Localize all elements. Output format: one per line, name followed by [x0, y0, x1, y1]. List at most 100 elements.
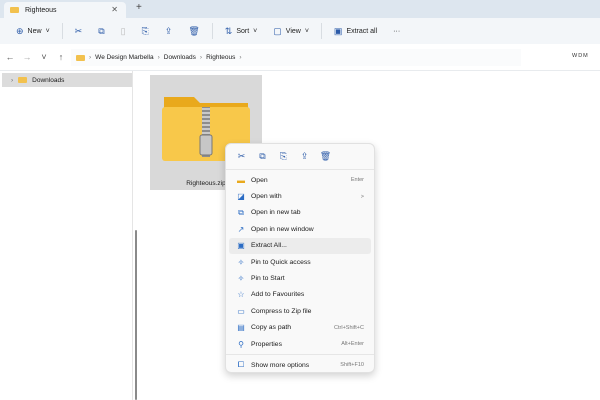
copy-button[interactable]: ⧉: [90, 21, 112, 41]
up-icon[interactable]: ↑: [54, 52, 68, 62]
sidebar-item-label: Downloads: [32, 76, 65, 84]
trash-icon: 🗑: [188, 25, 200, 36]
delete-button[interactable]: 🗑: [180, 21, 207, 41]
chevron-right-icon: ›: [239, 54, 242, 61]
menu-item-shortcut: Shift+F10: [340, 362, 364, 369]
menu-item-properties[interactable]: ⚲ Properties Alt+Enter: [229, 336, 371, 352]
divider: [211, 23, 213, 39]
view-button[interactable]: ▢ View ˅: [265, 21, 317, 41]
more-options-button[interactable]: ···: [385, 21, 408, 41]
scissors-icon: ✂: [74, 25, 83, 36]
context-menu: ✂ ⧉ ⎘ ⇪ 🗑 ▬ Open Enter ◪ Open with > ⧉ Open in …: [225, 143, 375, 373]
menu-item-label: Open in new window: [251, 225, 314, 233]
menu-item-label: Compress to Zip file: [251, 307, 312, 315]
scrollbar[interactable]: [135, 230, 137, 400]
close-icon[interactable]: ✕: [111, 5, 118, 14]
menu-item-label: Extract All...: [251, 242, 287, 250]
sort-icon: ⇅: [224, 25, 233, 36]
copy-icon[interactable]: ⧉: [252, 151, 273, 162]
menu-item-label: Copy as path: [251, 324, 292, 332]
paste-icon: ▯: [120, 25, 126, 36]
share-button[interactable]: ⇪: [157, 21, 181, 41]
chevron-right-icon: ›: [199, 54, 203, 61]
divider: [226, 354, 374, 356]
menu-item-shortcut: Alt+Enter: [341, 341, 364, 348]
zip-icon: ▭: [237, 306, 245, 316]
scissors-icon[interactable]: ✂: [231, 151, 252, 162]
menu-item-compress-to-zip-file[interactable]: ▭ Compress to Zip file: [229, 303, 371, 319]
menu-item-add-to-favourites[interactable]: ☆ Add to Favourites: [229, 287, 371, 303]
menu-item-label: Open in new tab: [251, 209, 301, 217]
menu-item-shortcut: Enter: [350, 177, 364, 184]
sidebar-item-downloads[interactable]: › Downloads: [2, 73, 132, 87]
folder-icon: ▬: [237, 175, 245, 185]
new-tab-icon: ⧉: [238, 207, 244, 217]
breadcrumb-item[interactable]: Righteous: [206, 54, 235, 61]
rename-icon[interactable]: ⎘: [273, 151, 294, 162]
rename-button[interactable]: ⎘: [134, 21, 157, 41]
forward-icon[interactable]: →: [20, 52, 34, 62]
recent-chevron-icon[interactable]: ˅: [37, 52, 51, 62]
menu-item-extract-all[interactable]: ▣ Extract All...: [229, 237, 371, 254]
new-button[interactable]: ⊕ New ˅: [8, 21, 58, 41]
menu-item-shortcut: Ctrl+Shift+C: [334, 324, 364, 331]
new-label: New: [27, 27, 42, 35]
context-quick-actions: ✂ ⧉ ⎘ ⇪ 🗑: [226, 144, 374, 170]
menu-item-label: Add to Favourites: [251, 291, 305, 299]
share-icon[interactable]: ⇪: [294, 151, 315, 162]
new-tab-button[interactable]: +: [136, 2, 142, 13]
chevron-right-icon: ›: [89, 54, 92, 61]
view-icon: ▢: [273, 25, 282, 36]
folder-icon: [10, 7, 19, 13]
divider: [61, 23, 63, 39]
copy-path-icon: ▤: [237, 323, 245, 333]
command-bar: ⊕ New ˅ ✂ ⧉ ▯ ⎘ ⇪ 🗑 ⇅ Sort ˅ ▢ View ˅ ▣ Extract…: [0, 18, 600, 44]
more-options-icon: ⧠: [237, 360, 245, 370]
tab-righteous[interactable]: Righteous ✕: [4, 2, 126, 18]
sort-label: Sort: [236, 27, 250, 35]
chevron-right-icon: ›: [11, 76, 14, 84]
address-row: ← → ˅ ↑ › We Design Marbella › Downloads…: [0, 44, 600, 71]
menu-item-pin-to-start[interactable]: ✧ Pin to Start: [229, 270, 371, 286]
menu-item-label: Pin to Quick access: [251, 258, 311, 266]
breadcrumb-item[interactable]: Downloads: [164, 54, 196, 61]
menu-item-label: Open with: [251, 193, 282, 201]
navigation-pane: › Downloads: [0, 71, 133, 400]
menu-item-label: Properties: [251, 340, 282, 348]
sort-button[interactable]: ⇅ Sort ˅: [217, 21, 265, 41]
menu-item-label: Show more options: [251, 361, 310, 369]
tab-title: Righteous: [25, 6, 57, 14]
rename-icon: ⎘: [141, 25, 149, 36]
wrench-icon: ⚲: [238, 339, 244, 349]
menu-item-show-more-options[interactable]: ⧠ Show more options Shift+F10: [229, 357, 371, 373]
breadcrumb-item[interactable]: We Design Marbella: [95, 54, 153, 61]
tab-bar: Righteous ✕ +: [0, 0, 600, 18]
open-with-icon: ◪: [237, 192, 245, 202]
star-icon: ☆: [237, 290, 245, 300]
menu-item-copy-as-path[interactable]: ▤ Copy as path Ctrl+Shift+C: [229, 320, 371, 336]
breadcrumb[interactable]: › We Design Marbella › Downloads › Right…: [71, 49, 521, 66]
pin-icon: ✧: [237, 257, 245, 267]
divider: [320, 23, 322, 39]
paste-button[interactable]: ▯: [113, 21, 134, 41]
trash-icon[interactable]: 🗑: [315, 151, 336, 162]
extract-all-label: Extract all: [346, 27, 378, 35]
menu-item-open[interactable]: ▬ Open Enter: [229, 172, 371, 188]
back-icon[interactable]: ←: [3, 52, 17, 62]
menu-item-open-in-new-tab[interactable]: ⧉ Open in new tab: [229, 205, 371, 221]
extract-icon: ▣: [333, 25, 343, 36]
chevron-right-icon: ›: [157, 54, 160, 61]
extract-all-button[interactable]: ▣ Extract all: [326, 21, 385, 41]
folder-icon: [18, 77, 28, 83]
menu-item-open-with[interactable]: ◪ Open with >: [229, 188, 371, 204]
menu-item-label: Open: [251, 176, 268, 184]
menu-item-pin-to-quick-access[interactable]: ✧ Pin to Quick access: [229, 254, 371, 270]
chevron-down-icon: ˅: [45, 27, 50, 35]
search-box[interactable]: WDM: [572, 53, 589, 59]
view-label: View: [285, 27, 301, 35]
plus-circle-icon: ⊕: [16, 25, 24, 36]
menu-item-open-in-new-window[interactable]: ↗ Open in new window: [229, 221, 371, 237]
chevron-down-icon: ˅: [253, 27, 258, 35]
menu-item-label: Pin to Start: [251, 275, 285, 283]
cut-button[interactable]: ✂: [67, 21, 91, 41]
